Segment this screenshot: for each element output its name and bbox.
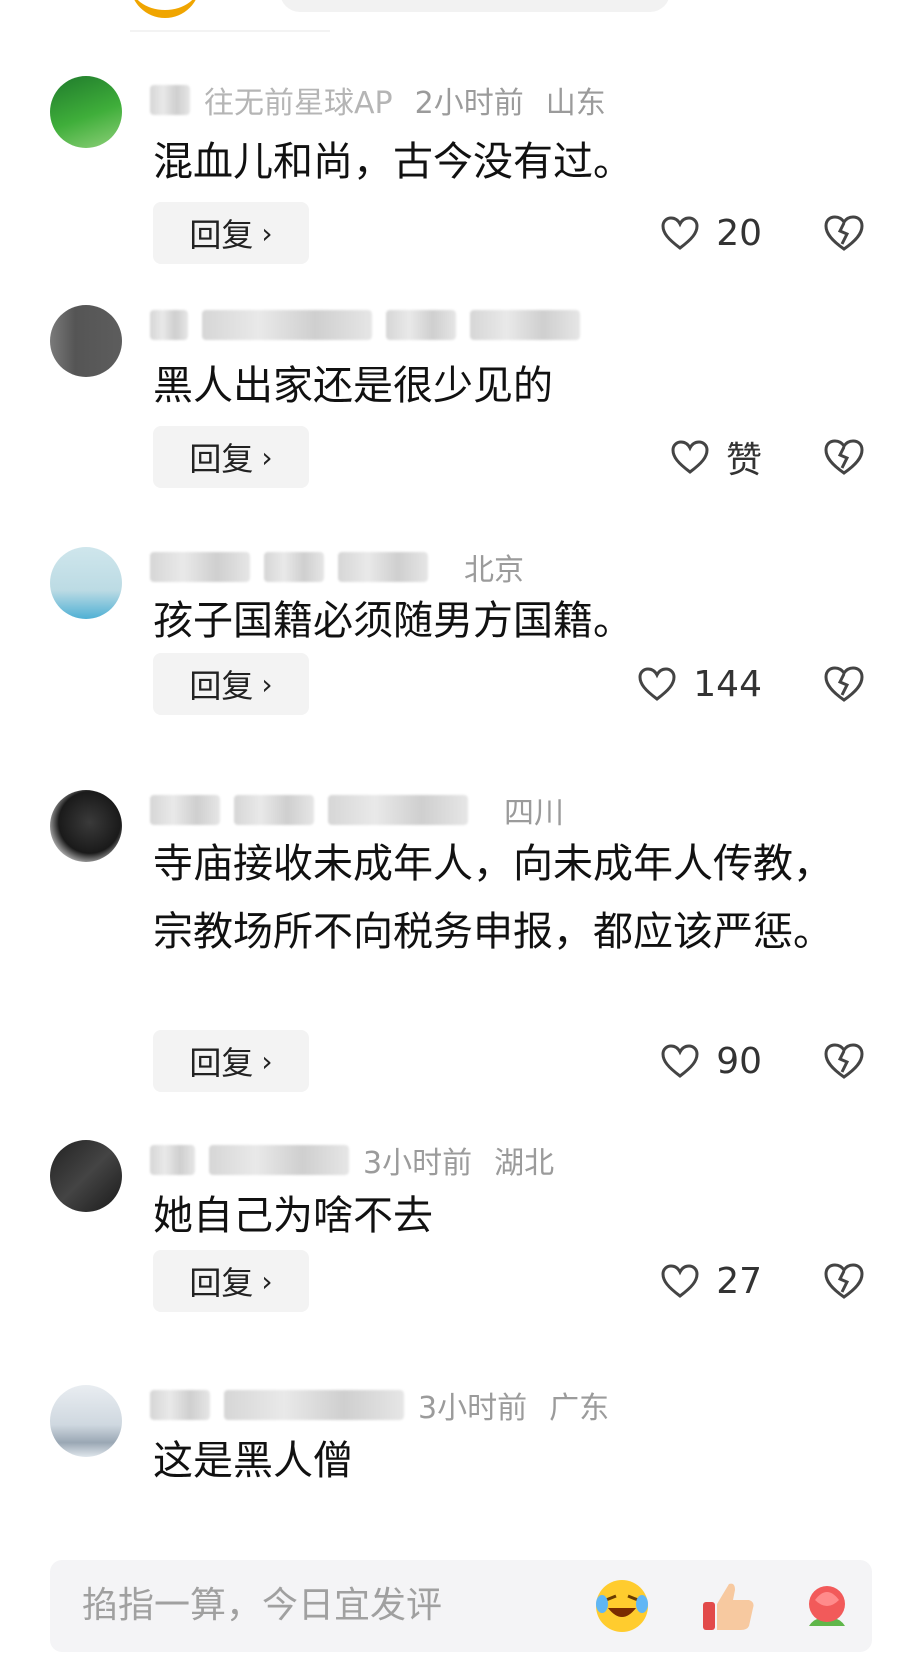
location: 四川 <box>504 796 564 831</box>
comment-text: 她自己为啥不去 <box>153 1193 433 1239</box>
timestamp: 2小时前 <box>414 86 524 121</box>
chevron-right-icon: › <box>261 440 273 474</box>
comment-text: 黑人出家还是很少见的 <box>153 363 553 409</box>
heart-outline-icon <box>661 1264 699 1298</box>
previous-avatar <box>130 0 200 18</box>
reply-button[interactable]: 回复 › <box>153 202 309 264</box>
broken-heart-icon <box>824 1043 864 1079</box>
chevron-right-icon: › <box>261 216 273 250</box>
broken-heart-icon <box>824 1263 864 1299</box>
comment-text: 孩子国籍必须随男方国籍。 <box>153 598 633 644</box>
flower-emoji-icon[interactable] <box>795 1574 859 1638</box>
blurred-username <box>209 1145 349 1175</box>
comment-meta: 3小时前 广东 <box>150 1385 631 1426</box>
chevron-right-icon: › <box>261 1044 273 1078</box>
like-count: 赞 <box>725 440 762 481</box>
blurred-username <box>150 1390 210 1420</box>
reply-label: 回复 <box>189 1044 254 1082</box>
location: 北京 <box>464 553 524 588</box>
divider <box>130 30 330 32</box>
avatar[interactable] <box>50 1140 122 1212</box>
like-button[interactable]: 144 <box>637 653 762 715</box>
blurred-username <box>264 552 324 582</box>
like-count: 27 <box>716 1260 762 1302</box>
comment-input-placeholder[interactable]: 掐指一算，今日宜发评 <box>82 1560 442 1652</box>
laughing-emoji-icon[interactable] <box>590 1574 654 1638</box>
heart-outline-icon <box>671 440 709 474</box>
like-button[interactable]: 27 <box>660 1250 762 1312</box>
heart-outline-icon <box>638 667 676 701</box>
like-count: 144 <box>693 663 762 705</box>
chevron-right-icon: › <box>261 667 273 701</box>
broken-heart-icon <box>824 439 864 475</box>
reply-label: 回复 <box>189 216 254 254</box>
comment-meta: 四川 <box>150 790 586 831</box>
blurred-time <box>386 310 456 340</box>
reply-button[interactable]: 回复 › <box>153 653 309 715</box>
blurred-username <box>150 1145 195 1175</box>
avatar[interactable] <box>50 547 122 619</box>
dislike-button[interactable] <box>823 1250 871 1312</box>
blurred-username <box>150 552 250 582</box>
comment-text: 混血儿和尚，古今没有过。 <box>153 139 633 185</box>
blurred-username <box>202 310 372 340</box>
reply-button[interactable]: 回复 › <box>153 426 309 488</box>
heart-outline-icon <box>661 1044 699 1078</box>
like-button[interactable]: 90 <box>660 1030 762 1092</box>
broken-heart-icon <box>824 215 864 251</box>
avatar[interactable] <box>50 76 122 148</box>
dislike-button[interactable] <box>823 653 871 715</box>
blurred-location <box>470 310 580 340</box>
avatar[interactable] <box>50 790 122 862</box>
location: 山东 <box>545 86 606 121</box>
thumbs-up-emoji-icon[interactable] <box>695 1574 759 1638</box>
comment-meta <box>150 305 616 345</box>
previous-reply-pill <box>280 0 670 12</box>
dislike-button[interactable] <box>823 426 871 488</box>
dislike-button[interactable] <box>823 1030 871 1092</box>
blurred-username <box>150 85 190 115</box>
previous-comment-remnant <box>0 0 922 40</box>
dislike-button[interactable] <box>823 202 871 264</box>
username[interactable]: 往无前星球AP <box>204 78 393 122</box>
avatar[interactable] <box>50 305 122 377</box>
comment-input-bar[interactable]: 掐指一算，今日宜发评 <box>50 1560 872 1652</box>
comment-meta: 3小时前 湖北 <box>150 1140 576 1181</box>
like-count: 90 <box>716 1040 762 1082</box>
blurred-username <box>224 1390 404 1420</box>
comment-text: 这是黑人僧 <box>153 1438 353 1484</box>
comment-meta: 往无前星球AP 2小时前 山东 <box>150 78 628 122</box>
reply-label: 回复 <box>189 440 254 478</box>
reply-label: 回复 <box>189 1264 254 1302</box>
reply-button[interactable]: 回复 › <box>153 1030 309 1092</box>
heart-outline-icon <box>661 216 699 250</box>
blurred-username <box>234 795 314 825</box>
blurred-username <box>150 310 188 340</box>
comment-meta: 北京 <box>150 547 546 588</box>
timestamp: 3小时前 <box>363 1146 473 1181</box>
like-button[interactable]: 赞 <box>670 426 762 488</box>
blurred-time <box>328 795 468 825</box>
blurred-username <box>150 795 220 825</box>
avatar[interactable] <box>50 1385 122 1457</box>
reply-label: 回复 <box>189 667 254 705</box>
like-button[interactable]: 20 <box>660 202 762 264</box>
chevron-right-icon: › <box>261 1264 273 1298</box>
location: 广东 <box>549 1391 610 1426</box>
like-count: 20 <box>716 212 762 254</box>
timestamp: 3小时前 <box>418 1391 528 1426</box>
location: 湖北 <box>494 1146 555 1181</box>
broken-heart-icon <box>824 666 864 702</box>
reply-button[interactable]: 回复 › <box>153 1250 309 1312</box>
blurred-time <box>338 552 428 582</box>
comment-text: 寺庙接收未成年人，向未成年人传教，宗教场所不向税务申报，都应该严惩。 <box>153 841 833 955</box>
